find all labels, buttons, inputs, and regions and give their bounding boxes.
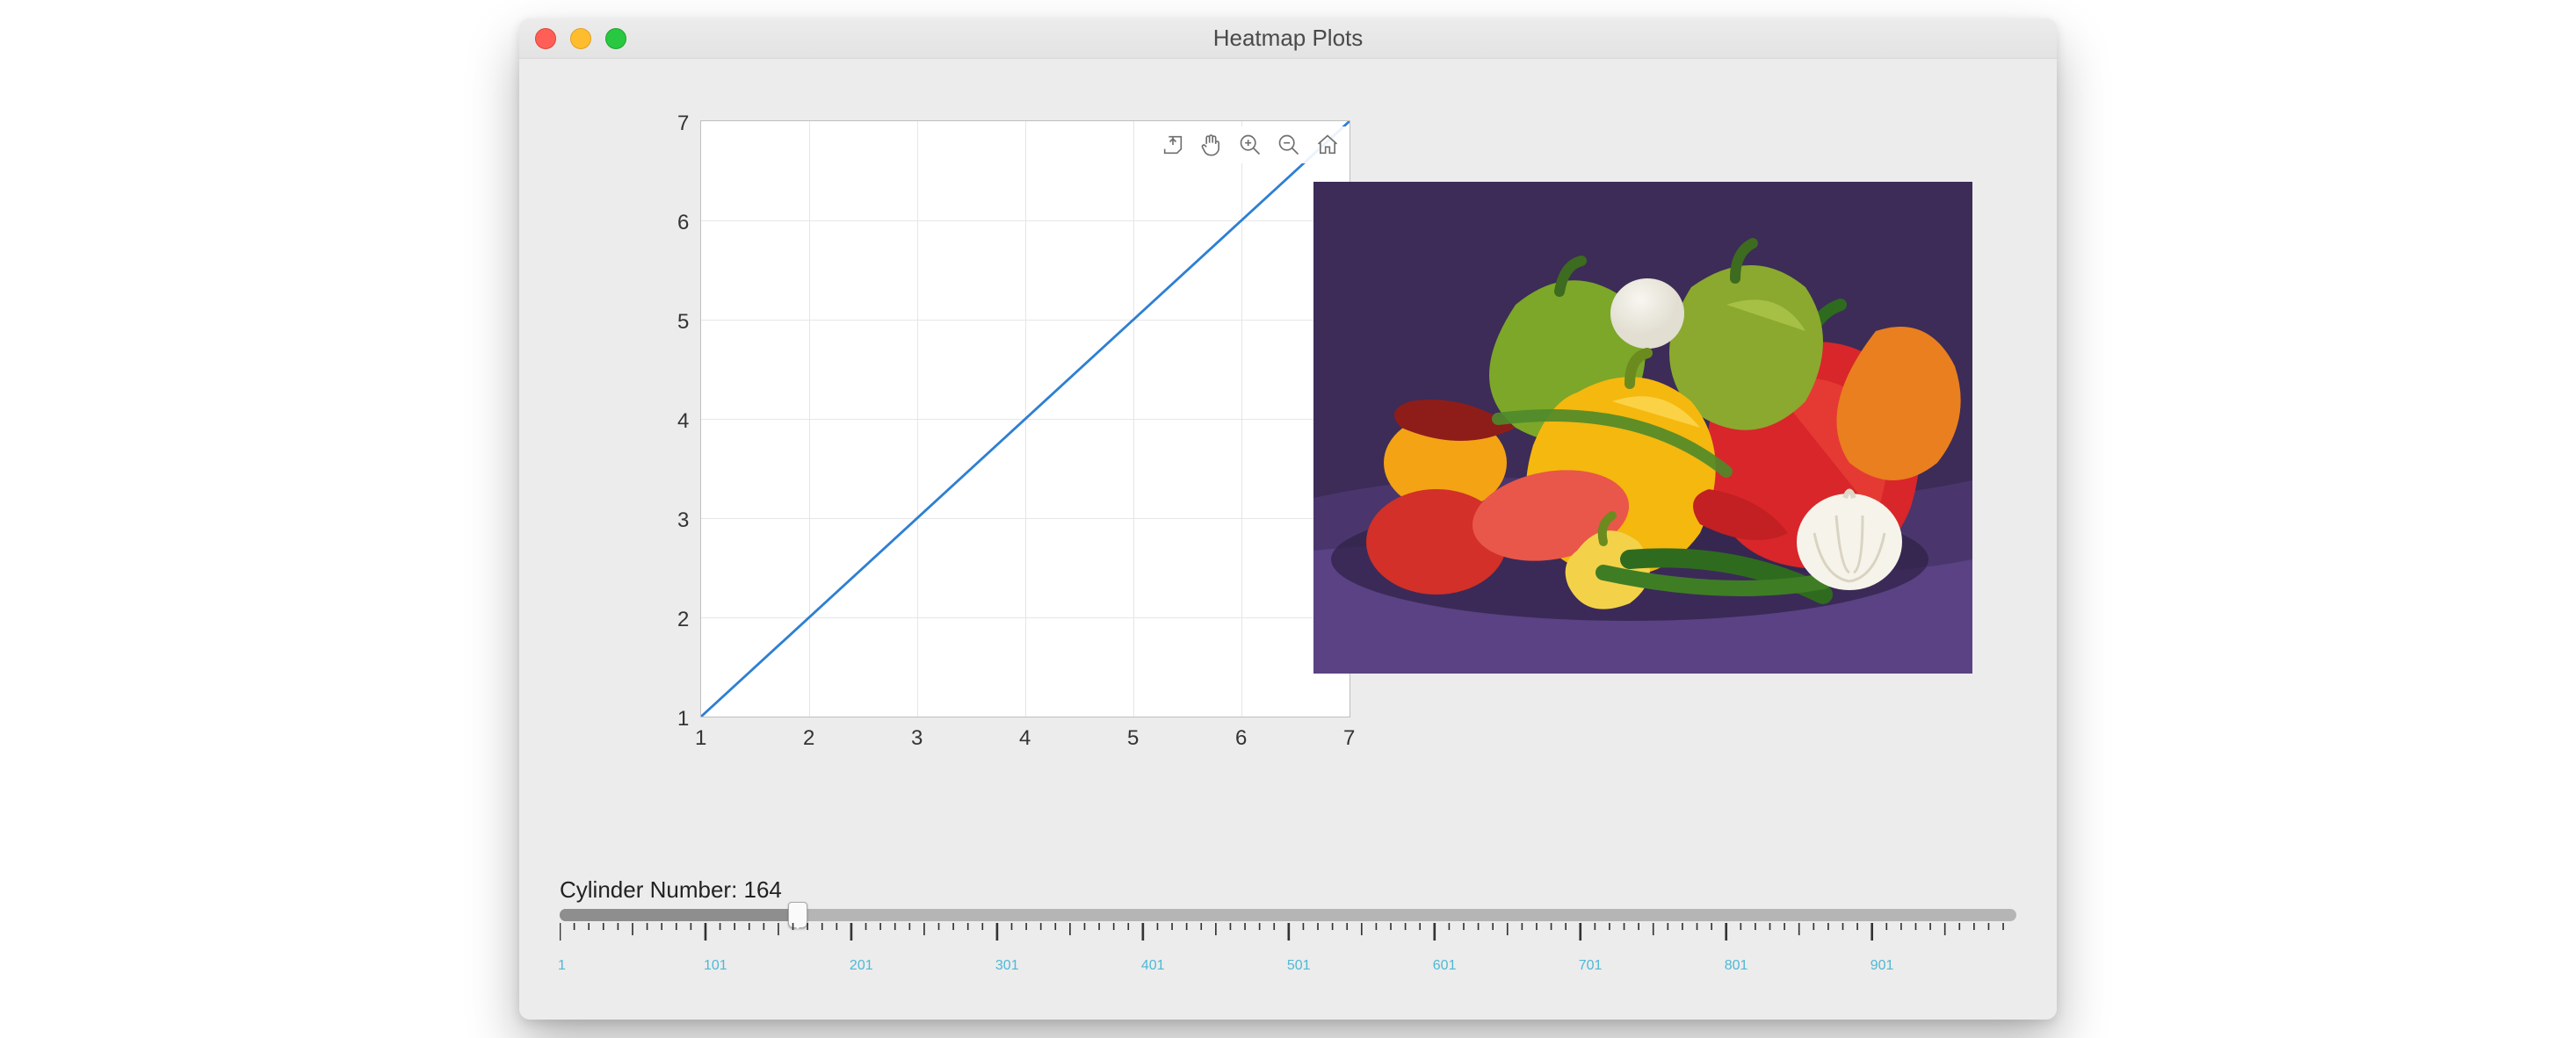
image-panel (1313, 112, 1972, 868)
ruler-tick-label: 701 (1579, 958, 1603, 974)
line-chart: 1 2 3 4 5 6 7 1 2 3 4 5 6 7 (648, 112, 1261, 744)
ruler-labels: 1 101 201 301 401 501 601 701 801 901 (560, 958, 2016, 976)
ruler-tick-label: 601 (1433, 958, 1457, 974)
close-icon[interactable] (535, 28, 556, 49)
ruler-tick-label: 901 (1870, 958, 1894, 974)
slider-ruler (560, 923, 2016, 958)
y-tick-label: 3 (677, 508, 689, 533)
y-tick-label: 4 (677, 409, 689, 434)
ruler-tick-label: 501 (1287, 958, 1311, 974)
y-tick-label: 7 (677, 112, 689, 136)
window-title: Heatmap Plots (519, 25, 2057, 52)
x-tick-label: 6 (1235, 726, 1247, 751)
y-tick-label: 5 (677, 310, 689, 335)
ruler-tick-label: 1 (558, 958, 566, 974)
ruler-tick-label: 301 (995, 958, 1019, 974)
slider-label-prefix: Cylinder Number: (560, 876, 744, 903)
x-tick-label: 1 (695, 726, 706, 751)
slider-track[interactable] (560, 909, 2016, 921)
export-icon[interactable] (1156, 128, 1190, 162)
slider-area: Cylinder Number: 164 1 101 201 301 401 501 601… (551, 876, 2025, 1002)
x-tick-label: 4 (1019, 726, 1031, 751)
minimize-icon[interactable] (570, 28, 591, 49)
ruler-tick-label: 801 (1725, 958, 1748, 974)
x-tick-label: 2 (803, 726, 814, 751)
zoom-icon[interactable] (605, 28, 626, 49)
zoom-out-icon[interactable] (1272, 128, 1306, 162)
axes-toolbar (1154, 126, 1346, 163)
y-tick-label: 1 (677, 707, 689, 732)
zoom-in-icon[interactable] (1234, 128, 1267, 162)
peppers-image[interactable] (1313, 182, 1972, 674)
slider-label: Cylinder Number: 164 (560, 876, 2016, 904)
window-controls (535, 28, 626, 49)
axes-area[interactable] (700, 120, 1350, 717)
pan-icon[interactable] (1195, 128, 1228, 162)
home-icon[interactable] (1311, 128, 1344, 162)
plots-row: 1 2 3 4 5 6 7 1 2 3 4 5 6 7 (551, 85, 2025, 876)
x-tick-label: 5 (1127, 726, 1139, 751)
ruler-tick-label: 401 (1141, 958, 1165, 974)
y-tick-label: 6 (677, 211, 689, 235)
ruler-tick-label: 101 (704, 958, 727, 974)
ruler-tick-label: 201 (850, 958, 873, 974)
slider-value: 164 (744, 876, 782, 903)
app-window: Heatmap Plots (519, 18, 2057, 1020)
x-tick-label: 7 (1343, 726, 1355, 751)
content-area: 1 2 3 4 5 6 7 1 2 3 4 5 6 7 (519, 59, 2057, 1020)
titlebar: Heatmap Plots (519, 18, 2057, 59)
x-tick-label: 3 (911, 726, 923, 751)
y-tick-label: 2 (677, 608, 689, 632)
